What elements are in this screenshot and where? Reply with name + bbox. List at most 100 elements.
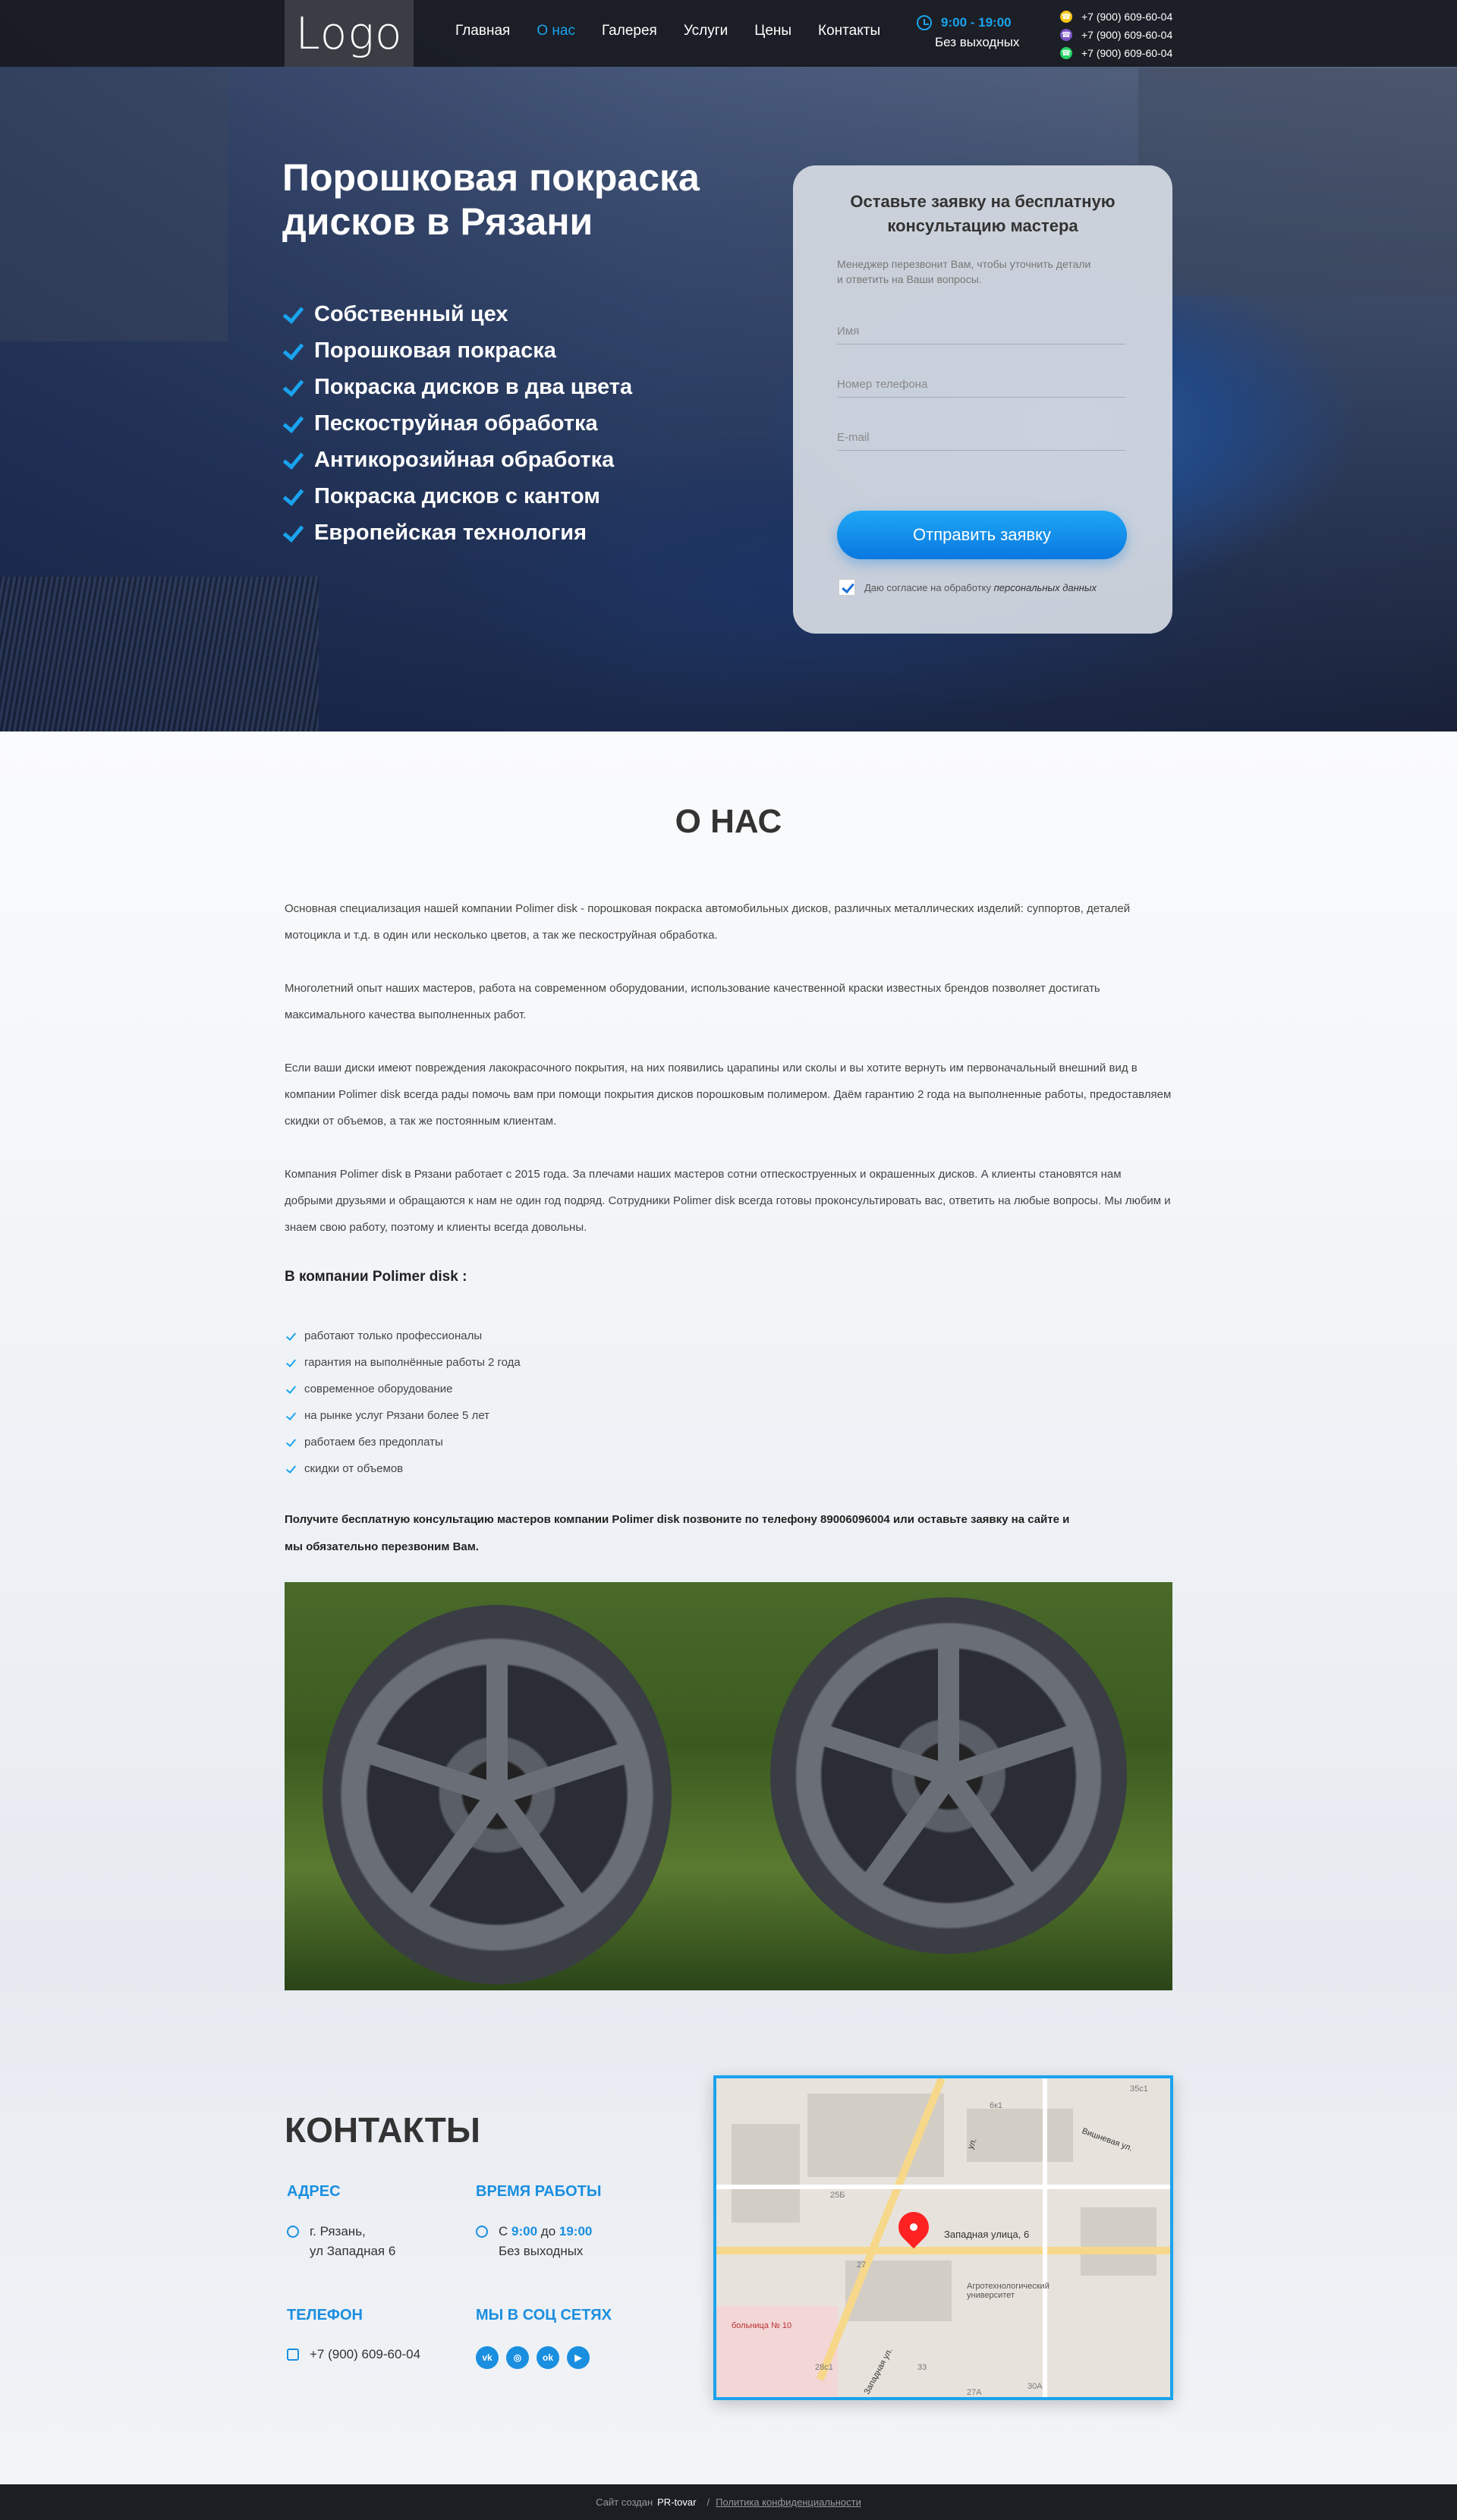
feature-item: Пескоструйная обработка xyxy=(282,405,632,442)
header-phones: ☎ +7 (900) 609-60-04 ☎ +7 (900) 609-60-04 … xyxy=(1060,8,1172,62)
privacy-policy-link[interactable]: Политика конфиденциальности xyxy=(716,2496,861,2508)
footer-separator: / xyxy=(706,2496,710,2508)
hours-heading: ВРЕМЯ РАБОТЫ xyxy=(476,2183,602,2200)
phone-whatsapp-2[interactable]: ☎ +7 (900) 609-60-04 xyxy=(1060,44,1172,62)
list-item: на рынке услуг Рязани более 5 лет xyxy=(285,1402,521,1429)
footer-made: Сайт создан xyxy=(596,2496,653,2508)
map-house-number: 35с1 xyxy=(1130,2084,1148,2094)
wheel-spoke xyxy=(488,1788,592,1920)
map-street xyxy=(1043,2078,1047,2397)
phone-input[interactable] xyxy=(837,378,1125,398)
nav-services[interactable]: Услуги xyxy=(684,23,728,39)
odnoklassniki-icon[interactable]: ok xyxy=(537,2346,559,2369)
map-house-number: 27А xyxy=(967,2388,982,2397)
feature-item: Порошковая покраска xyxy=(282,332,632,369)
about-paragraph: Основная специализация нашей компании Po… xyxy=(285,902,1131,942)
map-street-label: Вишневая ул. xyxy=(1081,2126,1134,2153)
nav-prices[interactable]: Цены xyxy=(754,23,791,39)
consent-checkbox[interactable] xyxy=(839,579,855,596)
nav-gallery[interactable]: Галерея xyxy=(602,23,657,39)
map-house-number: 33 xyxy=(917,2363,927,2372)
consultation-form: Оставьте заявку на бесплатную консультац… xyxy=(793,165,1172,634)
check-icon xyxy=(285,1410,297,1422)
check-icon xyxy=(282,522,304,543)
hero-section: Порошковая покраска дисков в Рязани Собс… xyxy=(0,0,1457,731)
name-input[interactable] xyxy=(837,325,1125,344)
check-icon xyxy=(282,376,304,398)
nav-about[interactable]: О нас xyxy=(537,23,575,39)
location-map[interactable]: Западная улица, 6 Агротехнологический ун… xyxy=(713,2075,1173,2400)
check-icon xyxy=(285,1357,297,1369)
map-road xyxy=(716,2247,1170,2254)
form-title: Оставьте заявку на бесплатную консультац… xyxy=(850,192,1116,235)
contacts-title: КОНТАКТЫ xyxy=(285,2110,480,2150)
email-input[interactable] xyxy=(837,431,1125,451)
phone-whatsapp[interactable]: ☎ +7 (900) 609-60-04 xyxy=(1060,8,1172,26)
map-pin-label: Западная улица, 6 xyxy=(944,2229,1030,2240)
map-house-number: 27 xyxy=(857,2260,867,2270)
phone-icon: ☎ xyxy=(1060,11,1072,23)
address-value: г. Рязань, ул Западная 6 xyxy=(287,2222,395,2261)
wheel-spoke xyxy=(851,1769,958,1903)
social-heading: МЫ В СОЦ СЕТЯХ xyxy=(476,2307,612,2323)
footer-author-link[interactable]: PR-tovar xyxy=(657,2496,696,2508)
wheel-spoke xyxy=(939,1769,1046,1903)
hours-value: С 9:00 до 19:00 Без выходных xyxy=(476,2222,592,2261)
phone-value[interactable]: +7 (900) 609-60-04 xyxy=(287,2345,420,2364)
about-title: О НАС xyxy=(675,803,782,840)
wheel-spoke xyxy=(354,1738,501,1805)
feature-item: Покраска дисков в два цвета xyxy=(282,369,632,405)
wheel-rim xyxy=(323,1605,672,1984)
wheel-rim xyxy=(770,1597,1127,1954)
advantages-list: работают только профессионалы гарантия н… xyxy=(285,1323,521,1482)
viber-icon: ☎ xyxy=(1060,29,1072,41)
map-house-number: 28с1 xyxy=(815,2363,833,2372)
clock-icon xyxy=(917,15,932,30)
background-grate xyxy=(0,577,319,731)
phone-heading: ТЕЛЕФОН xyxy=(287,2307,363,2323)
map-poi-label: Агротехнологический университет xyxy=(967,2282,1049,2300)
whatsapp-icon: ☎ xyxy=(1060,47,1072,59)
background-building xyxy=(0,68,228,341)
check-icon xyxy=(282,413,304,434)
map-house-number: 30А xyxy=(1027,2382,1043,2391)
youtube-icon[interactable]: ▶ xyxy=(567,2346,590,2369)
logo[interactable]: Logo xyxy=(285,0,414,67)
map-house-number: 6к1 xyxy=(990,2101,1003,2110)
wheel-spoke xyxy=(486,1647,508,1795)
nav-contacts[interactable]: Контакты xyxy=(818,23,880,39)
feature-item: Европейская технология xyxy=(282,514,632,551)
hero-title: Порошковая покраска дисков в Рязани xyxy=(282,156,700,243)
privacy-link[interactable]: персональных данных xyxy=(994,582,1097,593)
check-icon xyxy=(285,1330,297,1342)
instagram-icon[interactable]: ◎ xyxy=(506,2346,529,2369)
nav-home[interactable]: Главная xyxy=(455,23,510,39)
phone-viber[interactable]: ☎ +7 (900) 609-60-04 xyxy=(1060,26,1172,44)
wheel-spoke xyxy=(938,1625,959,1776)
feature-item: Покраска дисков с кантом xyxy=(282,478,632,514)
advantages-title: В компании Polimer disk : xyxy=(285,1269,467,1285)
site-footer: Сайт создан PR-tovar / Политика конфиден… xyxy=(0,2484,1457,2520)
map-building xyxy=(807,2094,944,2177)
wheel-spoke xyxy=(945,1719,1095,1786)
map-pin-icon[interactable] xyxy=(892,2205,936,2249)
check-icon xyxy=(285,1463,297,1475)
cta-text: Получите бесплатную консультацию мастеро… xyxy=(285,1513,1070,1553)
wheel-spoke xyxy=(802,1719,952,1786)
list-item: работаем без предоплаты xyxy=(285,1429,521,1455)
check-icon xyxy=(282,449,304,470)
check-icon xyxy=(282,340,304,361)
location-icon xyxy=(287,2226,299,2238)
submit-button[interactable]: Отправить заявку xyxy=(837,511,1127,559)
map-street-label: Западная ул. xyxy=(862,2346,895,2396)
about-paragraph: Многолетний опыт наших мастеров, работа … xyxy=(285,982,1100,1021)
working-hours: 9:00 - 19:00 Без выходных xyxy=(917,15,1019,50)
check-icon xyxy=(285,1436,297,1449)
hours-note: Без выходных xyxy=(935,35,1020,49)
check-icon xyxy=(282,486,304,507)
vk-icon[interactable]: vk xyxy=(476,2346,499,2369)
list-item: скидки от объемов xyxy=(285,1455,521,1482)
consent-checkbox-row[interactable]: Даю согласие на обработку персональных д… xyxy=(839,579,1097,596)
feature-item: Собственный цех xyxy=(282,296,632,332)
address-heading: АДРЕС xyxy=(287,2183,341,2200)
